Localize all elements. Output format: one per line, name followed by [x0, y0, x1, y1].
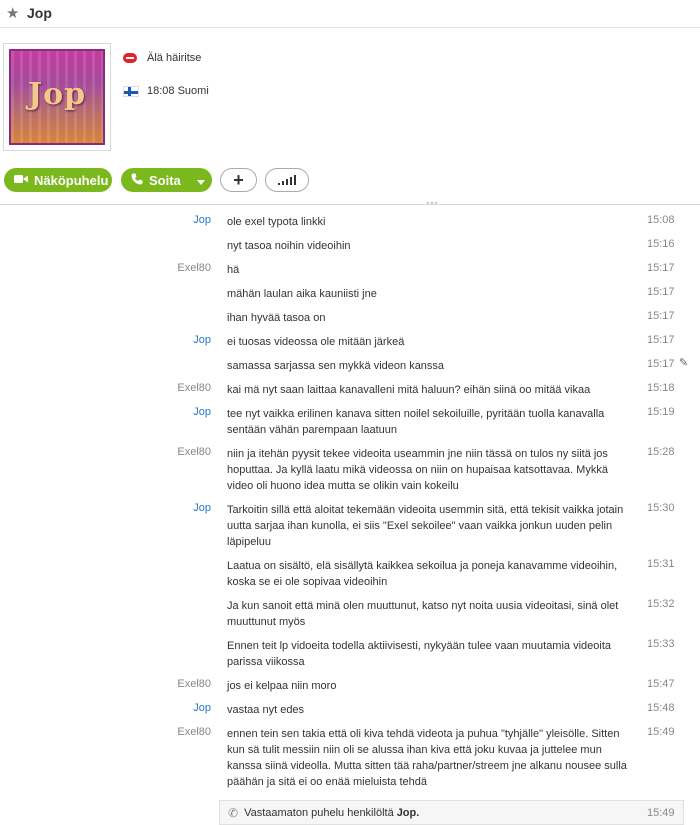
video-call-button[interactable]: Näköpuhelu: [4, 168, 112, 192]
signal-strength-icon: [278, 175, 296, 185]
message-text: Laatua on sisältö, elä sisällytä kaikkea…: [227, 560, 618, 588]
message-sender[interactable]: Jop: [193, 406, 211, 418]
call-quality-button[interactable]: [265, 168, 309, 192]
message-text: vastaa nyt edes: [227, 704, 305, 716]
missed-call-caller[interactable]: Jop.: [397, 807, 420, 819]
plus-icon: +: [233, 170, 244, 190]
avatar-logo-text: Jop: [27, 77, 87, 112]
message-time: 15:17: [647, 334, 675, 346]
phone-icon: ✆: [228, 805, 239, 820]
message-text: Ennen teit lp vidoeita todella aktiivise…: [227, 640, 612, 668]
video-call-label: Näköpuhelu: [34, 172, 109, 188]
message-text: ei tuosas videossa ole mitään järkeä: [227, 336, 405, 348]
avatar-image: Jop: [9, 49, 105, 145]
local-time: 18:08 Suomi: [123, 85, 209, 97]
favorite-star-icon[interactable]: ★: [6, 4, 19, 22]
title-bar: ★ Jop: [0, 0, 700, 28]
message-time: 15:17: [647, 310, 675, 322]
message-text: niin ja itehän pyysit tekee videoita use…: [227, 448, 608, 492]
edited-pencil-icon: ✎: [679, 357, 689, 369]
more-options-icon[interactable]: ···: [426, 195, 438, 209]
call-button[interactable]: Soita: [121, 168, 212, 192]
message-time: 15:47: [647, 678, 675, 690]
message-sender[interactable]: Jop: [193, 334, 211, 346]
message-sender[interactable]: Exel80: [177, 262, 211, 274]
message-sender[interactable]: Jop: [193, 702, 211, 714]
message-text: tee nyt vaikka erilinen kanava sitten no…: [227, 408, 605, 436]
header-divider: [0, 204, 700, 205]
message-time: 15:17: [647, 286, 675, 298]
do-not-disturb-icon: [123, 53, 137, 63]
message-text: Tarkoitin sillä että aloitat tekemään vi…: [227, 504, 624, 548]
message-time: 15:31: [647, 558, 675, 570]
message-text: ennen tein sen takia että oli kiva tehdä…: [227, 728, 627, 788]
message-time: 15:17: [647, 262, 675, 274]
message-sender[interactable]: Exel80: [177, 446, 211, 458]
message-text: kai mä nyt saan laittaa kanavalleni mitä…: [227, 384, 591, 396]
missed-call-time: 15:49: [647, 807, 675, 819]
video-camera-icon: [14, 173, 28, 187]
presence-status-label: Älä häiritse: [147, 52, 202, 64]
message-text: mähän laulan aika kauniisti jne: [227, 288, 377, 300]
message-time: 15:49: [647, 726, 675, 738]
message-text: jos ei kelpaa niin moro: [227, 680, 337, 692]
message-sender[interactable]: Exel80: [177, 678, 211, 690]
message-text: ihan hyvää tasoa on: [227, 312, 326, 324]
add-button[interactable]: +: [220, 168, 257, 192]
message-sender[interactable]: Exel80: [177, 726, 211, 738]
message-sender[interactable]: Jop: [193, 214, 211, 226]
local-time-label: 18:08 Suomi: [147, 85, 209, 97]
message-sender[interactable]: Exel80: [177, 382, 211, 394]
presence-status: Älä häiritse: [123, 52, 201, 64]
message-text: ole exel typota linkki: [227, 216, 326, 228]
message-text: Ja kun sanoit että minä olen muuttunut, …: [227, 600, 619, 628]
message-time: 15:48: [647, 702, 675, 714]
message-sender[interactable]: Jop: [193, 502, 211, 514]
phone-icon: [131, 173, 143, 188]
call-label: Soita: [149, 172, 181, 188]
missed-call-text: Vastaamaton puhelu henkilöltä: [244, 806, 394, 819]
message-time: 15:18: [647, 382, 675, 394]
avatar[interactable]: Jop: [3, 43, 111, 151]
message-text: hä: [227, 264, 240, 276]
finland-flag-icon: [123, 85, 139, 97]
message-time: 15:16: [647, 238, 675, 250]
message-time: 15:33: [647, 638, 675, 650]
message-time: 15:32: [647, 598, 675, 610]
message-text: samassa sarjassa sen mykkä videon kanssa: [227, 360, 445, 372]
message-time: 15:30: [647, 502, 675, 514]
contact-name-title: Jop: [27, 5, 52, 21]
missed-call-notice: ✆ Vastaamaton puhelu henkilöltä Jop. 15:…: [219, 800, 684, 825]
message-time: 15:19: [647, 406, 675, 418]
message-time: 15:28: [647, 446, 675, 458]
message-time: 15:17: [647, 358, 675, 370]
call-options-chevron-down-icon[interactable]: [196, 173, 205, 188]
message-text: nyt tasoa noihin videoihin: [227, 240, 351, 252]
message-time: 15:08: [647, 214, 675, 226]
